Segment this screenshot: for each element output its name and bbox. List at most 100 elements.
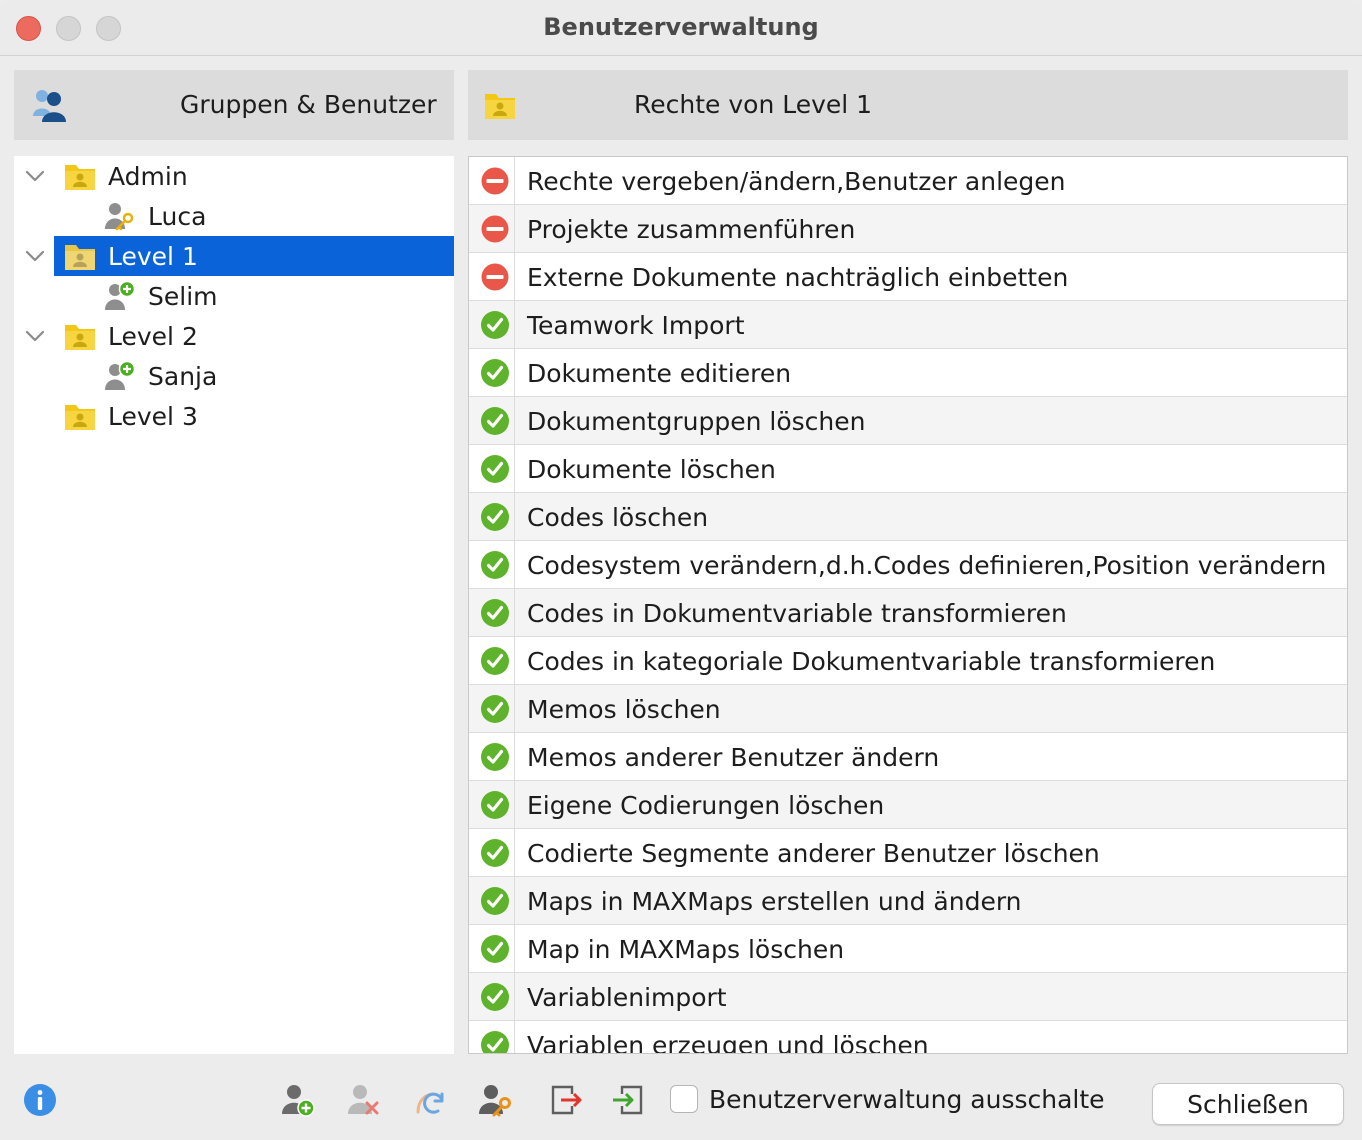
check-icon bbox=[481, 359, 509, 387]
tree-item-label: Admin bbox=[108, 162, 188, 191]
right-label: Memos anderer Benutzer ändern bbox=[527, 743, 940, 772]
right-row[interactable]: Dokumente editieren bbox=[469, 349, 1347, 397]
tree-item-label: Luca bbox=[148, 202, 207, 231]
user-key-icon[interactable] bbox=[478, 1082, 514, 1118]
status-allowed-cell[interactable] bbox=[469, 781, 515, 828]
right-label: Dokumente editieren bbox=[527, 359, 792, 388]
user-management-window: Benutzerverwaltung Gruppen & Benutzer Re… bbox=[0, 0, 1362, 1140]
tree-item-level-2[interactable]: Level 2 bbox=[14, 316, 454, 356]
status-allowed-cell[interactable] bbox=[469, 541, 515, 588]
right-row[interactable]: Maps in MAXMaps erstellen und ändern bbox=[469, 877, 1347, 925]
check-icon bbox=[481, 311, 509, 339]
group-folder-icon bbox=[65, 325, 95, 350]
right-row[interactable]: Eigene Codierungen löschen bbox=[469, 781, 1347, 829]
right-row[interactable]: Memos löschen bbox=[469, 685, 1347, 733]
user-add-icon bbox=[105, 281, 136, 310]
right-row[interactable]: Externe Dokumente nachträglich einbetten bbox=[469, 253, 1347, 301]
right-row[interactable]: Codierte Segmente anderer Benutzer lösch… bbox=[469, 829, 1347, 877]
chevron-down-icon[interactable] bbox=[24, 245, 46, 267]
right-label: Memos löschen bbox=[527, 695, 721, 724]
info-icon[interactable] bbox=[22, 1082, 58, 1118]
right-label: Codesystem verändern,d.h.Codes definiere… bbox=[527, 551, 1327, 580]
tree-item-level-1[interactable]: Level 1 bbox=[14, 236, 454, 276]
rights-header: Rechte von Level 1 bbox=[468, 70, 1348, 140]
tree-item-luca[interactable]: Luca bbox=[14, 196, 454, 236]
status-allowed-cell[interactable] bbox=[469, 637, 515, 684]
status-denied-cell[interactable] bbox=[469, 205, 515, 252]
check-icon bbox=[481, 599, 509, 627]
right-row[interactable]: Dokumentgruppen löschen bbox=[469, 397, 1347, 445]
tree-item-level-3[interactable]: Level 3 bbox=[14, 396, 454, 436]
right-row[interactable]: Memos anderer Benutzer ändern bbox=[469, 733, 1347, 781]
rights-title: Rechte von Level 1 bbox=[634, 90, 873, 119]
groups-users-title: Gruppen & Benutzer bbox=[180, 90, 437, 119]
status-allowed-cell[interactable] bbox=[469, 925, 515, 972]
chevron-down-icon[interactable] bbox=[24, 325, 46, 347]
right-label: Rechte vergeben/ändern,Benutzer anlegen bbox=[527, 167, 1066, 196]
check-icon bbox=[481, 887, 509, 915]
groups-users-header: Gruppen & Benutzer bbox=[14, 70, 454, 140]
status-allowed-cell[interactable] bbox=[469, 877, 515, 924]
check-icon bbox=[481, 551, 509, 579]
group-folder-icon bbox=[485, 94, 515, 119]
right-label: Dokumentgruppen löschen bbox=[527, 407, 866, 436]
check-icon bbox=[481, 839, 509, 867]
status-allowed-cell[interactable] bbox=[469, 349, 515, 396]
right-label: Eigene Codierungen löschen bbox=[527, 791, 885, 820]
status-denied-cell[interactable] bbox=[469, 253, 515, 300]
right-row[interactable]: Map in MAXMaps löschen bbox=[469, 925, 1347, 973]
check-icon bbox=[481, 743, 509, 771]
right-row[interactable]: Teamwork Import bbox=[469, 301, 1347, 349]
tree-item-sanja[interactable]: Sanja bbox=[14, 356, 454, 396]
refresh-user-icon[interactable] bbox=[412, 1082, 448, 1118]
right-label: Map in MAXMaps löschen bbox=[527, 935, 845, 964]
remove-user-icon[interactable] bbox=[346, 1082, 382, 1118]
check-icon bbox=[481, 695, 509, 723]
add-user-icon[interactable] bbox=[280, 1082, 316, 1118]
status-denied-cell[interactable] bbox=[469, 157, 515, 204]
export-icon[interactable] bbox=[548, 1082, 584, 1118]
tree-item-selim[interactable]: Selim bbox=[14, 276, 454, 316]
check-icon bbox=[481, 1031, 509, 1053]
right-label: Variablenimport bbox=[527, 983, 727, 1012]
denied-icon bbox=[481, 263, 509, 291]
right-label: Variablen erzeugen und löschen bbox=[527, 1031, 929, 1054]
right-row[interactable]: Rechte vergeben/ändern,Benutzer anlegen bbox=[469, 157, 1347, 205]
check-icon bbox=[481, 647, 509, 675]
tree-item-label: Level 2 bbox=[108, 322, 198, 351]
tree-item-label: Selim bbox=[148, 282, 218, 311]
import-icon[interactable] bbox=[610, 1082, 646, 1118]
status-allowed-cell[interactable] bbox=[469, 493, 515, 540]
status-allowed-cell[interactable] bbox=[469, 829, 515, 876]
right-row[interactable]: Dokumente löschen bbox=[469, 445, 1347, 493]
right-label: Teamwork Import bbox=[527, 311, 745, 340]
right-label: Projekte zusammenführen bbox=[527, 215, 856, 244]
right-row[interactable]: Projekte zusammenführen bbox=[469, 205, 1347, 253]
right-row[interactable]: Codes in Dokumentvariable transformieren bbox=[469, 589, 1347, 637]
tree-item-label: Level 3 bbox=[108, 402, 198, 431]
tree-item-admin[interactable]: Admin bbox=[14, 156, 454, 196]
check-icon bbox=[481, 407, 509, 435]
disable-user-management-checkbox[interactable] bbox=[670, 1085, 698, 1113]
check-icon bbox=[481, 503, 509, 531]
chevron-down-icon[interactable] bbox=[24, 165, 46, 187]
status-allowed-cell[interactable] bbox=[469, 973, 515, 1020]
user-add-icon bbox=[105, 361, 136, 390]
right-label: Codes in kategoriale Dokumentvariable tr… bbox=[527, 647, 1216, 676]
status-allowed-cell[interactable] bbox=[469, 1021, 515, 1053]
right-row[interactable]: Codes in kategoriale Dokumentvariable tr… bbox=[469, 637, 1347, 685]
right-row[interactable]: Variablen erzeugen und löschen bbox=[469, 1021, 1347, 1054]
status-allowed-cell[interactable] bbox=[469, 589, 515, 636]
status-allowed-cell[interactable] bbox=[469, 301, 515, 348]
close-button[interactable]: Schließen bbox=[1152, 1083, 1344, 1125]
group-folder-icon bbox=[65, 245, 95, 270]
user-key-icon bbox=[105, 203, 134, 231]
status-allowed-cell[interactable] bbox=[469, 733, 515, 780]
status-allowed-cell[interactable] bbox=[469, 397, 515, 444]
check-icon bbox=[481, 983, 509, 1011]
status-allowed-cell[interactable] bbox=[469, 445, 515, 492]
status-allowed-cell[interactable] bbox=[469, 685, 515, 732]
right-row[interactable]: Codes löschen bbox=[469, 493, 1347, 541]
right-row[interactable]: Variablenimport bbox=[469, 973, 1347, 1021]
right-row[interactable]: Codesystem verändern,d.h.Codes definiere… bbox=[469, 541, 1347, 589]
